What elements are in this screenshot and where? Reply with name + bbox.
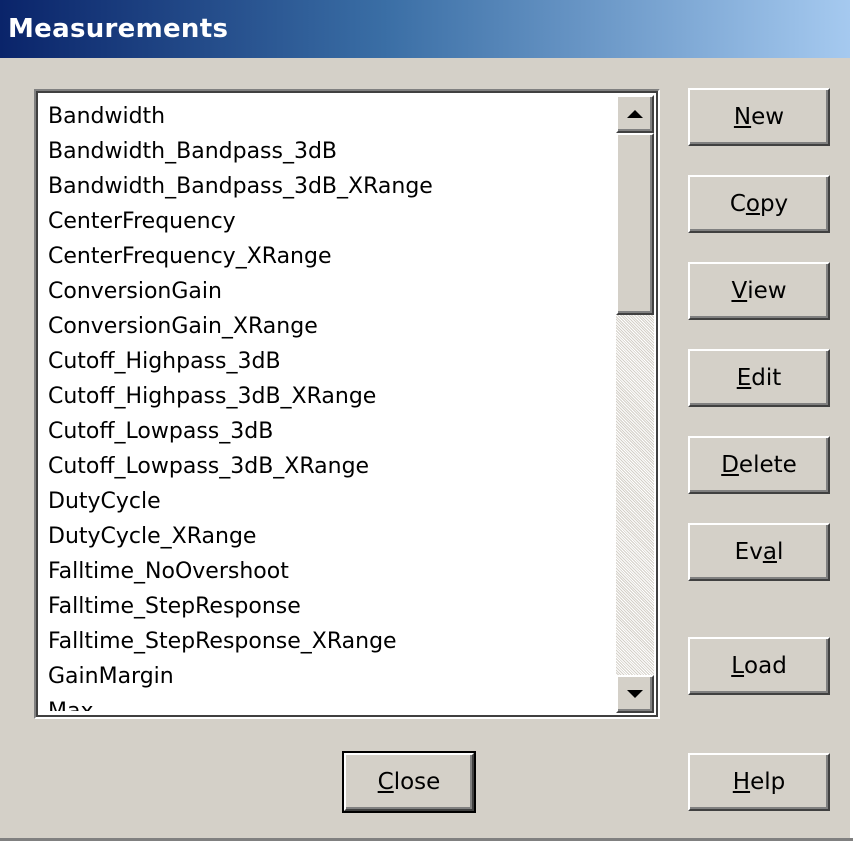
window-title: Measurements [8,14,229,44]
close-button[interactable]: Close [342,751,476,813]
list-item[interactable]: Cutoff_Lowpass_3dB_XRange [48,449,610,484]
list-item[interactable]: Bandwidth_Bandpass_3dB_XRange [48,169,610,204]
list-item[interactable]: CenterFrequency [48,204,610,239]
new-button[interactable]: New [688,88,830,146]
list-item[interactable]: ConversionGain [48,274,610,309]
triangle-up-icon [627,110,643,118]
delete-button-mnemonic: D [721,452,739,478]
list-item[interactable]: Falltime_NoOvershoot [48,554,610,589]
title-bar[interactable]: Measurements [0,0,853,58]
list-item[interactable]: Cutoff_Highpass_3dB [48,344,610,379]
view-button[interactable]: View [688,262,830,320]
list-item[interactable]: ConversionGain_XRange [48,309,610,344]
list-item[interactable]: Bandwidth_Bandpass_3dB [48,134,610,169]
scroll-down-button[interactable] [616,675,654,713]
new-button-mnemonic: N [733,104,752,130]
list-item[interactable]: Bandwidth [48,99,610,134]
delete-button[interactable]: Delete [688,436,830,494]
view-button-label-post: iew [747,278,787,304]
list-item[interactable]: Falltime_StepResponse [48,589,610,624]
vertical-scrollbar[interactable] [616,95,654,713]
list-item[interactable]: GainMargin [48,659,610,694]
view-button-mnemonic: V [731,278,748,304]
copy-button-label-pre: C [729,191,746,217]
copy-button-label-post: py [759,191,789,217]
delete-button-label-post: elete [738,452,797,478]
edit-button[interactable]: Edit [688,349,830,407]
list-item[interactable]: Cutoff_Highpass_3dB_XRange [48,379,610,414]
list-item[interactable]: Cutoff_Lowpass_3dB [48,414,610,449]
edit-button-mnemonic: E [736,365,752,391]
scroll-up-button[interactable] [616,95,654,133]
help-button-label-post: elp [750,769,786,795]
list-item[interactable]: Falltime_StepResponse_XRange [48,624,610,659]
load-button-label-post: oad [744,653,787,679]
copy-button[interactable]: Co py [688,175,830,233]
list-item[interactable]: DutyCycle [48,484,610,519]
new-button-label-post: ew [751,104,785,130]
eval-button[interactable]: Ev a l [688,523,830,581]
measurements-listbox[interactable]: Bandwidth Bandwidth_Bandpass_3dB Bandwid… [34,89,660,719]
help-button[interactable]: Help [688,753,830,811]
close-button-label-post: lose [393,769,441,795]
edit-button-label-post: dit [751,365,782,391]
measurements-list: Bandwidth Bandwidth_Bandpass_3dB Bandwid… [48,99,610,711]
close-button-mnemonic: C [377,769,394,795]
help-button-mnemonic: H [732,769,751,795]
list-item[interactable]: CenterFrequency_XRange [48,239,610,274]
copy-button-mnemonic: o [745,191,760,217]
list-item[interactable]: Max [48,694,610,711]
load-button[interactable]: Load [688,637,830,695]
eval-button-mnemonic: a [762,539,777,565]
triangle-down-icon [627,690,643,698]
load-button-mnemonic: L [731,653,745,679]
eval-button-label-pre: Ev [734,539,763,565]
scrollbar-thumb[interactable] [616,133,654,315]
eval-button-label-post: l [776,539,784,565]
list-item[interactable]: DutyCycle_XRange [48,519,610,554]
